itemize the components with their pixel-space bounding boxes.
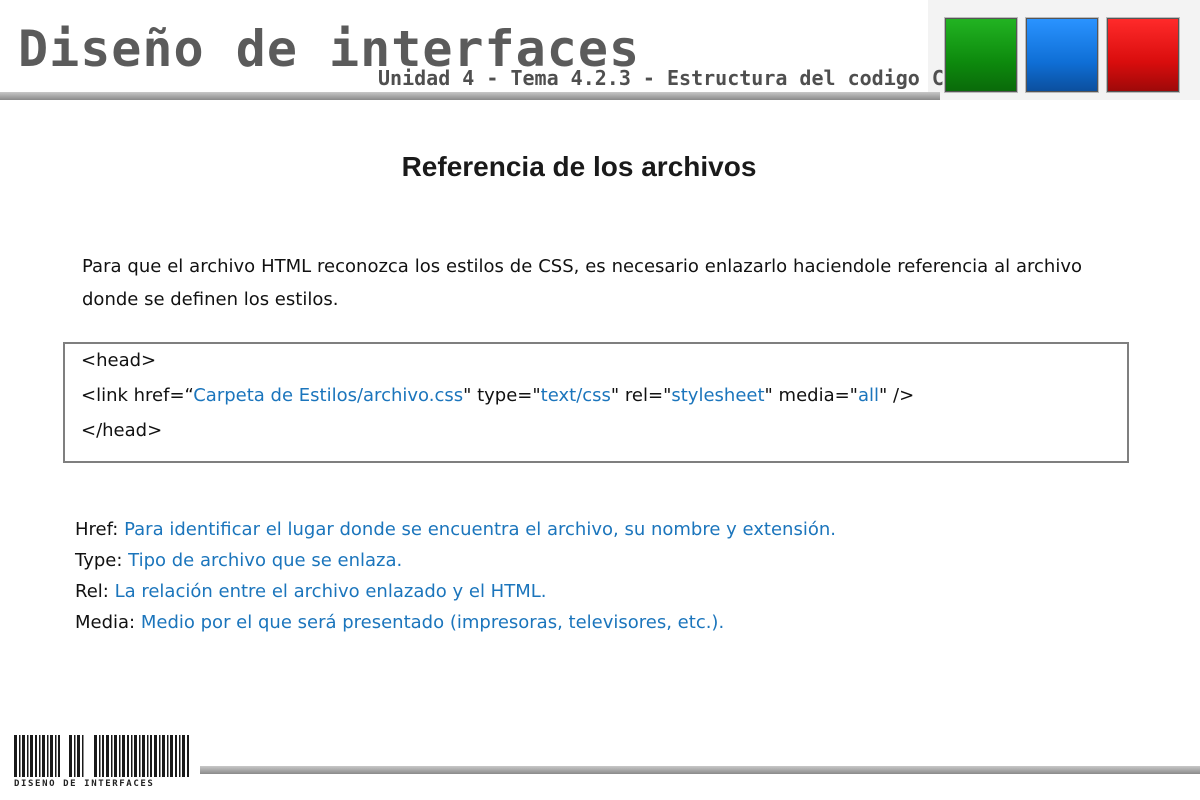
code-media-value: all	[857, 385, 880, 406]
definition-description: Tipo de archivo que se enlaza.	[128, 550, 403, 571]
page-header-subtitle: Unidad 4 - Tema 4.2.3 - Estructura del c…	[378, 66, 969, 90]
code-media-attr: " media="	[764, 385, 858, 406]
blue-square-logo	[1026, 18, 1098, 92]
code-example-box: <head> <link href=“Carpeta de Estilos/ar…	[63, 342, 1129, 463]
code-line-link: <link href=“Carpeta de Estilos/archivo.c…	[81, 385, 914, 406]
code-href-value: Carpeta de Estilos/archivo.css	[193, 385, 464, 406]
code-link-close: " />	[879, 385, 915, 406]
red-square-logo	[1107, 18, 1179, 92]
attribute-definitions: Href: Para identificar el lugar donde se…	[75, 514, 836, 638]
footer-logo-text: DISENO DE INTERFACES	[14, 779, 155, 789]
definition-media: Media: Medio por el que será presentado …	[75, 607, 836, 638]
definition-term: Type:	[75, 550, 129, 571]
code-type-attr: " type="	[463, 385, 541, 406]
code-type-value: text/css	[540, 385, 611, 406]
definition-term: Href:	[75, 519, 125, 540]
definition-type: Type: Tipo de archivo que se enlaza.	[75, 545, 836, 576]
code-line-head-close: </head>	[81, 420, 163, 441]
code-link-open: <link href=“	[81, 385, 194, 406]
definition-description: La relación entre el archivo enlazado y …	[114, 581, 547, 602]
code-line-head-open: <head>	[81, 350, 157, 371]
code-rel-attr: " rel="	[610, 385, 672, 406]
intro-paragraph: Para que el archivo HTML reconozca los e…	[82, 256, 1082, 310]
definition-term: Rel:	[75, 581, 115, 602]
section-title: Referencia de los archivos	[401, 151, 757, 182]
green-square-logo	[945, 18, 1017, 92]
definition-description: Medio por el que será presentado (impres…	[140, 612, 725, 633]
definition-href: Href: Para identificar el lugar donde se…	[75, 514, 836, 545]
code-rel-value: stylesheet	[671, 385, 765, 406]
definition-description: Para identificar el lugar donde se encue…	[124, 519, 836, 540]
footer-divider	[200, 766, 1200, 774]
header-divider	[0, 92, 940, 100]
barcode-logo-icon	[14, 735, 189, 777]
definition-rel: Rel: La relación entre el archivo enlaza…	[75, 576, 836, 607]
definition-term: Media:	[75, 612, 141, 633]
